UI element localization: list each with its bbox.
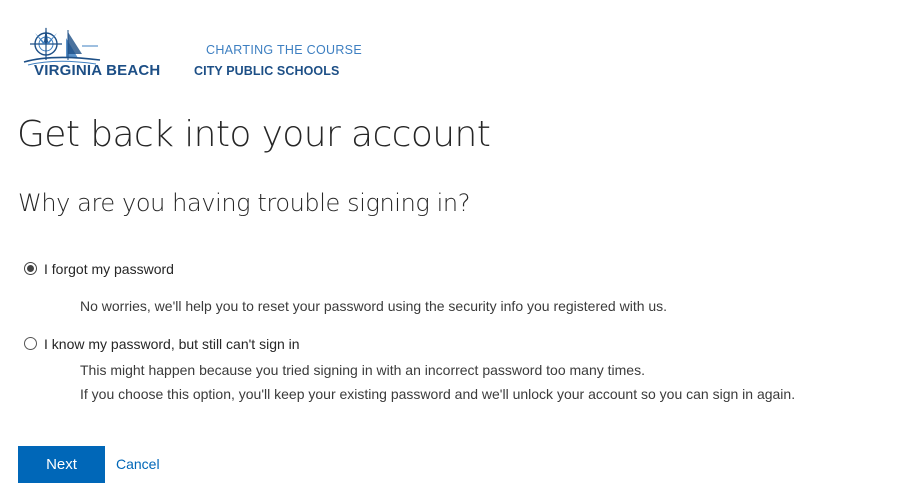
page-title: Get back into your account — [17, 114, 491, 155]
cancel-link[interactable]: Cancel — [116, 456, 160, 472]
logo-tagline: CHARTING THE COURSE — [206, 43, 362, 57]
option-cant-sign-in-label: I know my password, but still can't sign… — [44, 336, 300, 352]
option-forgot-password[interactable]: I forgot my password — [24, 259, 174, 277]
logo-brand-right: CITY PUBLIC SCHOOLS — [194, 64, 340, 78]
radio-forgot-password[interactable] — [24, 261, 37, 275]
school-logo: VIRGINIA BEACH CHARTING THE COURSE CITY … — [22, 24, 362, 84]
next-button[interactable]: Next — [18, 446, 105, 483]
option-cant-sign-in-description-line1: This might happen because you tried sign… — [80, 362, 645, 378]
page: VIRGINIA BEACH CHARTING THE COURSE CITY … — [0, 0, 901, 502]
logo-brand-left: VIRGINIA BEACH — [34, 62, 161, 79]
option-forgot-password-label: I forgot my password — [44, 261, 174, 277]
option-forgot-password-description: No worries, we'll help you to reset your… — [80, 298, 668, 314]
page-subtitle: Why are you having trouble signing in? — [18, 189, 471, 217]
radio-cant-sign-in[interactable] — [24, 336, 37, 350]
option-cant-sign-in-description-line2: If you choose this option, you'll keep y… — [80, 386, 796, 402]
option-cant-sign-in[interactable]: I know my password, but still can't sign… — [24, 334, 300, 352]
